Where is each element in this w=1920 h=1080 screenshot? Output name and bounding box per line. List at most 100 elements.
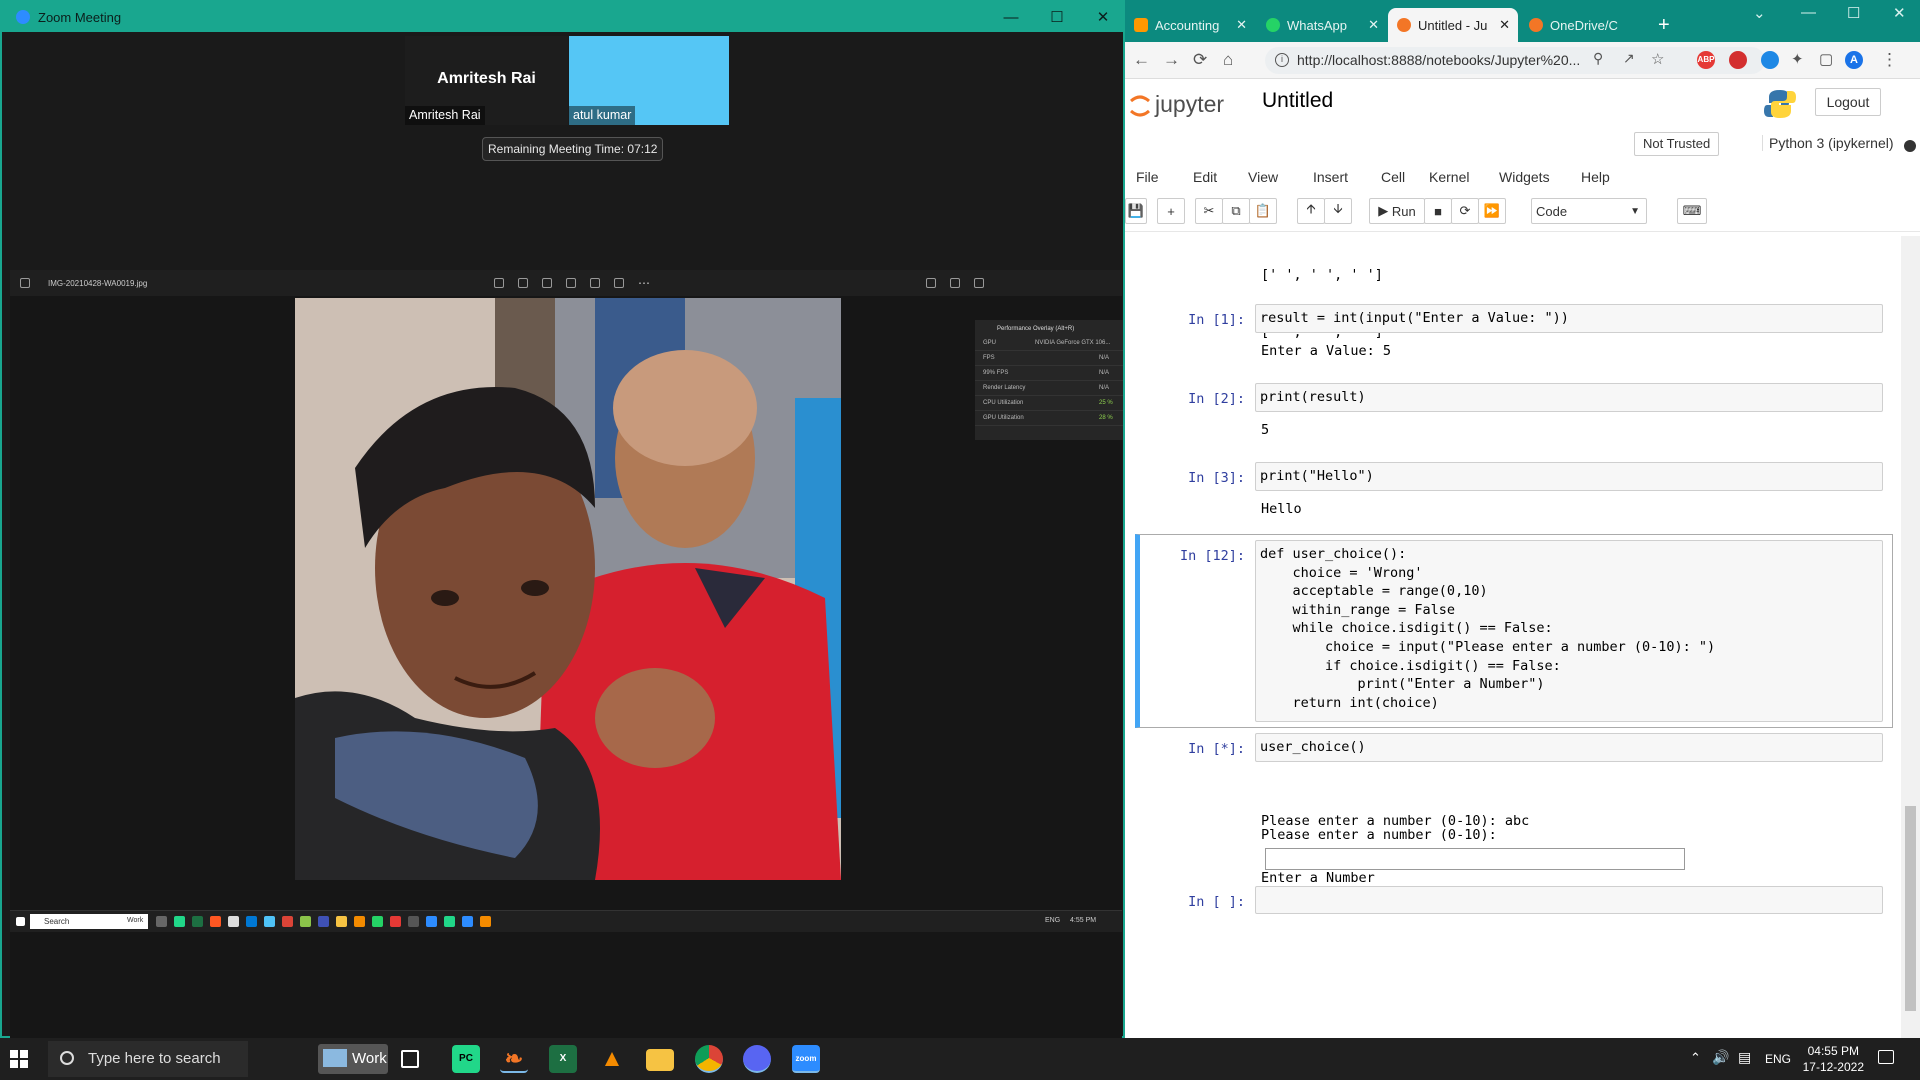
cell-type-select[interactable]: Code ▼ bbox=[1531, 198, 1647, 224]
run-button[interactable]: ▶ Run bbox=[1369, 198, 1425, 224]
chevron-down-icon[interactable]: ⌄ bbox=[1753, 4, 1766, 22]
share-icon[interactable] bbox=[614, 278, 624, 288]
maximize-icon[interactable]: ☐ bbox=[1847, 4, 1860, 22]
windows-start-icon[interactable] bbox=[10, 1050, 28, 1068]
code-cell-input[interactable]: print("Hello") bbox=[1255, 462, 1883, 491]
logout-button[interactable]: Logout bbox=[1815, 88, 1881, 116]
extension-icon[interactable] bbox=[1729, 51, 1747, 69]
menu-insert[interactable]: Insert bbox=[1313, 169, 1348, 185]
file-explorer-icon[interactable] bbox=[646, 1049, 674, 1071]
menu-view[interactable]: View bbox=[1248, 169, 1278, 185]
info-icon[interactable] bbox=[590, 278, 600, 288]
vlc-icon[interactable]: ▲ bbox=[598, 1045, 626, 1073]
puzzle-extensions-icon[interactable]: ✦ bbox=[1791, 50, 1804, 68]
notebook-container[interactable]: [' ', ' ', ' '] [' ', ' ', ' '] In [1]: … bbox=[1125, 236, 1920, 1038]
minimize-icon[interactable]: — bbox=[988, 2, 1034, 32]
save-icon[interactable]: 💾 bbox=[1125, 198, 1147, 224]
tray-chevron-up-icon[interactable]: ⌃ bbox=[1690, 1050, 1701, 1066]
jupyter-logo[interactable]: jupyter bbox=[1127, 87, 1257, 121]
task-view-icon[interactable] bbox=[401, 1050, 419, 1068]
stdin-input[interactable] bbox=[1265, 848, 1685, 870]
close-tab-icon[interactable]: ✕ bbox=[1236, 17, 1247, 33]
cut-icon[interactable]: ✂ bbox=[1195, 198, 1223, 224]
adblock-plus-icon[interactable]: ABP bbox=[1697, 51, 1715, 69]
extension-icon[interactable] bbox=[1761, 51, 1779, 69]
pycharm-icon[interactable]: PC bbox=[452, 1045, 480, 1073]
interrupt-icon[interactable]: ■ bbox=[1424, 198, 1452, 224]
kernel-name[interactable]: Python 3 (ipykernel) bbox=[1762, 135, 1894, 151]
menu-kebab-icon[interactable]: ⋮ bbox=[1881, 50, 1898, 70]
scrollbar-thumb[interactable] bbox=[1905, 806, 1916, 1011]
notebook-title[interactable]: Untitled bbox=[1262, 89, 1333, 113]
new-tab-button[interactable]: + bbox=[1658, 14, 1670, 37]
trust-indicator-button[interactable]: Not Trusted bbox=[1634, 132, 1720, 156]
paste-icon[interactable]: 📋 bbox=[1249, 198, 1277, 224]
edit-icon[interactable] bbox=[494, 278, 504, 288]
menu-kernel[interactable]: Kernel bbox=[1429, 169, 1469, 185]
rotate-icon[interactable] bbox=[518, 278, 528, 288]
restart-icon[interactable]: ⟳ bbox=[1451, 198, 1479, 224]
notebook-scrollbar[interactable] bbox=[1901, 236, 1920, 1038]
participant-tile[interactable]: atul kumar bbox=[569, 36, 729, 125]
menu-help[interactable]: Help bbox=[1581, 169, 1610, 185]
tab-onedrive[interactable]: OneDrive/C bbox=[1520, 8, 1650, 42]
tab-untitled-jupyter[interactable]: Untitled - Ju ✕ bbox=[1388, 8, 1518, 42]
discord-icon[interactable] bbox=[743, 1045, 771, 1073]
code-cell-input[interactable]: def user_choice(): choice = 'Wrong' acce… bbox=[1255, 540, 1883, 722]
menu-widgets[interactable]: Widgets bbox=[1499, 169, 1550, 185]
more-icon[interactable]: ⋯ bbox=[638, 276, 650, 290]
profile-avatar[interactable]: A bbox=[1845, 51, 1863, 69]
network-icon[interactable]: ▤ bbox=[1738, 1049, 1751, 1066]
menu-file[interactable]: File bbox=[1136, 169, 1159, 185]
favorite-icon[interactable] bbox=[566, 278, 576, 288]
close-tab-icon[interactable]: ✕ bbox=[1499, 17, 1510, 33]
menu-cell[interactable]: Cell bbox=[1381, 169, 1405, 185]
language-indicator[interactable]: ENG bbox=[1765, 1052, 1791, 1066]
chrome-icon[interactable] bbox=[695, 1045, 723, 1073]
address-bar[interactable]: i http://localhost:8888/notebooks/Jupyte… bbox=[1265, 47, 1765, 74]
taskbar-clock[interactable]: 04:55 PM 17-12-2022 bbox=[1803, 1043, 1864, 1075]
work-search-highlight[interactable]: Work bbox=[318, 1044, 388, 1074]
close-icon[interactable]: ✕ bbox=[1080, 2, 1126, 32]
minimize-icon[interactable]: — bbox=[1801, 4, 1816, 21]
site-info-icon[interactable]: i bbox=[1275, 53, 1289, 67]
sidebar-icon[interactable]: ▢ bbox=[1819, 50, 1833, 68]
insert-cell-icon[interactable]: + bbox=[1157, 198, 1185, 224]
code-cell-input[interactable]: result = int(input("Enter a Value: ")) bbox=[1255, 304, 1883, 333]
back-icon[interactable]: ← bbox=[1133, 50, 1150, 70]
volume-icon[interactable]: 🔊 bbox=[1712, 1049, 1729, 1066]
excel-icon[interactable]: X bbox=[549, 1045, 577, 1073]
home-icon[interactable]: ⌂ bbox=[1223, 50, 1233, 70]
code-cell-input[interactable] bbox=[1255, 886, 1883, 914]
bookmark-star-icon[interactable]: ☆ bbox=[1651, 50, 1664, 68]
participant-tile[interactable]: Amritesh Rai Amritesh Rai bbox=[405, 36, 568, 125]
taskbar-search-box[interactable]: Type here to search bbox=[48, 1041, 248, 1077]
code-cell-input[interactable]: print(result) bbox=[1255, 383, 1883, 412]
share-icon[interactable]: ↗ bbox=[1623, 50, 1635, 67]
fullscreen-icon[interactable] bbox=[926, 278, 936, 288]
move-down-icon[interactable]: 🡫 bbox=[1324, 198, 1352, 224]
move-up-icon[interactable]: 🡩 bbox=[1297, 198, 1325, 224]
zoom-in-icon[interactable] bbox=[974, 278, 984, 288]
zoom-icon[interactable]: ⚲ bbox=[1593, 50, 1603, 67]
close-icon[interactable]: ✕ bbox=[1893, 4, 1906, 22]
tab-accounting[interactable]: Accounting ✕ bbox=[1125, 8, 1255, 42]
tab-whatsapp[interactable]: WhatsApp ✕ bbox=[1257, 8, 1387, 42]
command-palette-icon[interactable]: ⌨ bbox=[1677, 198, 1707, 224]
delete-icon[interactable] bbox=[542, 278, 552, 288]
menu-edit[interactable]: Edit bbox=[1193, 169, 1217, 185]
zoom-title-bar[interactable]: Zoom Meeting — ☐ ✕ bbox=[2, 2, 1123, 32]
close-tab-icon[interactable]: ✕ bbox=[1368, 17, 1379, 33]
work-label: Work bbox=[352, 1050, 387, 1067]
code-cell-input[interactable]: user_choice() bbox=[1255, 733, 1883, 762]
copy-icon[interactable]: ⧉ bbox=[1222, 198, 1250, 224]
zoom-icon[interactable]: zoom bbox=[792, 1045, 820, 1073]
reload-icon[interactable]: ⟳ bbox=[1193, 50, 1207, 70]
jupyter-app-icon[interactable]: ❧ bbox=[500, 1045, 528, 1073]
notification-center-icon[interactable] bbox=[1878, 1050, 1894, 1064]
fit-icon[interactable] bbox=[950, 278, 960, 288]
forward-icon[interactable]: → bbox=[1163, 50, 1180, 70]
maximize-icon[interactable]: ☐ bbox=[1034, 2, 1080, 32]
restart-run-all-icon[interactable]: ⏩ bbox=[1478, 198, 1506, 224]
shared-screen[interactable]: IMG-20210428-WA0019.jpg ⋯ Performance Ov… bbox=[10, 270, 1123, 1062]
